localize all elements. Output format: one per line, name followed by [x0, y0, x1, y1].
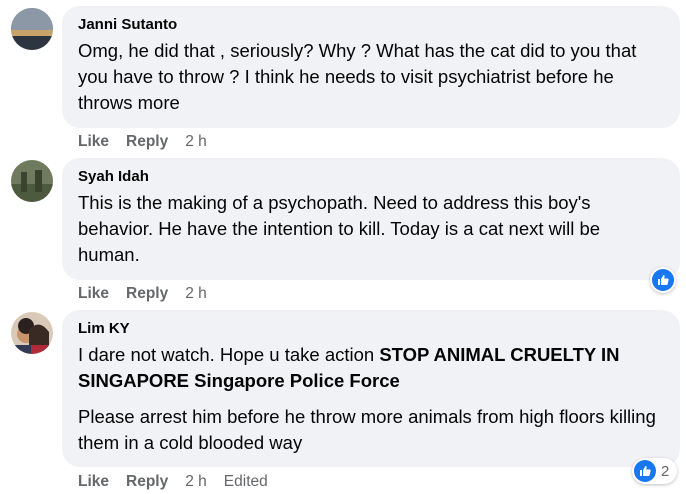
- comment-text: This is the making of a psychopath. Need…: [78, 192, 601, 265]
- comment-bubble: Janni Sutanto Omg, he did that , serious…: [62, 6, 680, 128]
- avatar[interactable]: [11, 312, 53, 354]
- comment-text-part: I dare not watch. Hope u take action: [78, 344, 380, 365]
- comment-timestamp[interactable]: 2 h: [185, 133, 207, 150]
- comment-text: I dare not watch. Hope u take action STO…: [78, 342, 664, 394]
- comment-bubble: Syah Idah This is the making of a psycho…: [62, 158, 680, 280]
- comment-actions: Like Reply 2 h: [78, 132, 224, 152]
- comment-bubble: Lim KY I dare not watch. Hope u take act…: [62, 310, 680, 467]
- comment-text: Omg, he did that , seriously? Why ? What…: [78, 40, 637, 113]
- like-button[interactable]: Like: [78, 473, 109, 490]
- reply-button[interactable]: Reply: [126, 473, 168, 490]
- comment-author[interactable]: Syah Idah: [78, 167, 664, 187]
- comment-author[interactable]: Lim KY: [78, 319, 664, 339]
- avatar[interactable]: [11, 160, 53, 202]
- comment-actions: Like Reply 2 h: [78, 284, 224, 304]
- like-button[interactable]: Like: [78, 285, 109, 302]
- avatar[interactable]: [11, 8, 53, 50]
- like-icon: [652, 269, 674, 291]
- like-icon: [634, 460, 656, 482]
- edited-label[interactable]: Edited: [224, 473, 268, 490]
- comment-text: Please arrest him before he throw more a…: [78, 406, 656, 453]
- comment-timestamp[interactable]: 2 h: [185, 473, 207, 490]
- reaction-summary[interactable]: 2: [632, 458, 678, 484]
- like-button[interactable]: Like: [78, 133, 109, 150]
- reply-button[interactable]: Reply: [126, 285, 168, 302]
- comment-author[interactable]: Janni Sutanto: [78, 15, 664, 35]
- reply-button[interactable]: Reply: [126, 133, 168, 150]
- reaction-count: 2: [661, 462, 670, 480]
- reaction-summary[interactable]: [650, 267, 676, 293]
- mention-link[interactable]: Singapore Police Force: [194, 370, 400, 391]
- comment-actions: Like Reply 2 h Edited: [78, 472, 285, 492]
- comment-timestamp[interactable]: 2 h: [185, 285, 207, 302]
